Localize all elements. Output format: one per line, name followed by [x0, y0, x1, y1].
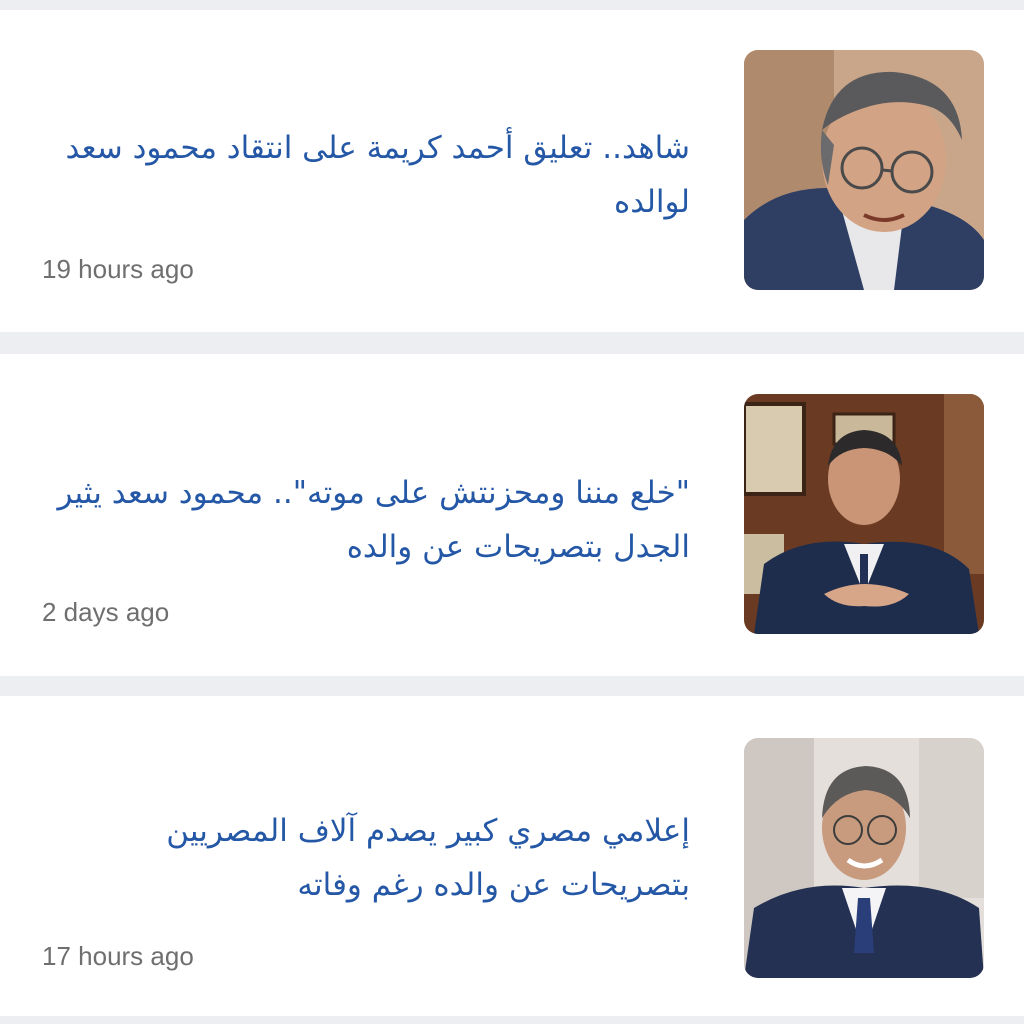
- news-timestamp: 19 hours ago: [42, 254, 194, 284]
- portrait-image: [744, 50, 984, 290]
- news-timestamp: 2 days ago: [42, 597, 170, 627]
- news-thumbnail[interactable]: [744, 738, 984, 978]
- portrait-image: [744, 394, 984, 634]
- news-feed: شاهد.. تعليق أحمد كريمة على انتقاد محمود…: [0, 0, 1024, 1024]
- news-card[interactable]: إعلامي مصري كبير يصدم آلاف المصريين بتصر…: [0, 696, 1024, 1016]
- news-thumbnail[interactable]: [744, 394, 984, 634]
- news-headline[interactable]: شاهد.. تعليق أحمد كريمة على انتقاد محمود…: [40, 121, 690, 229]
- portrait-image: [744, 738, 984, 978]
- news-headline[interactable]: "خلع مننا ومحزنتش على موته".. محمود سعد …: [40, 466, 690, 574]
- news-card[interactable]: "خلع مننا ومحزنتش على موته".. محمود سعد …: [0, 354, 1024, 676]
- news-thumbnail[interactable]: [744, 50, 984, 290]
- news-timestamp: 17 hours ago: [42, 941, 194, 971]
- news-card[interactable]: شاهد.. تعليق أحمد كريمة على انتقاد محمود…: [0, 10, 1024, 332]
- news-headline[interactable]: إعلامي مصري كبير يصدم آلاف المصريين بتصر…: [40, 804, 690, 912]
